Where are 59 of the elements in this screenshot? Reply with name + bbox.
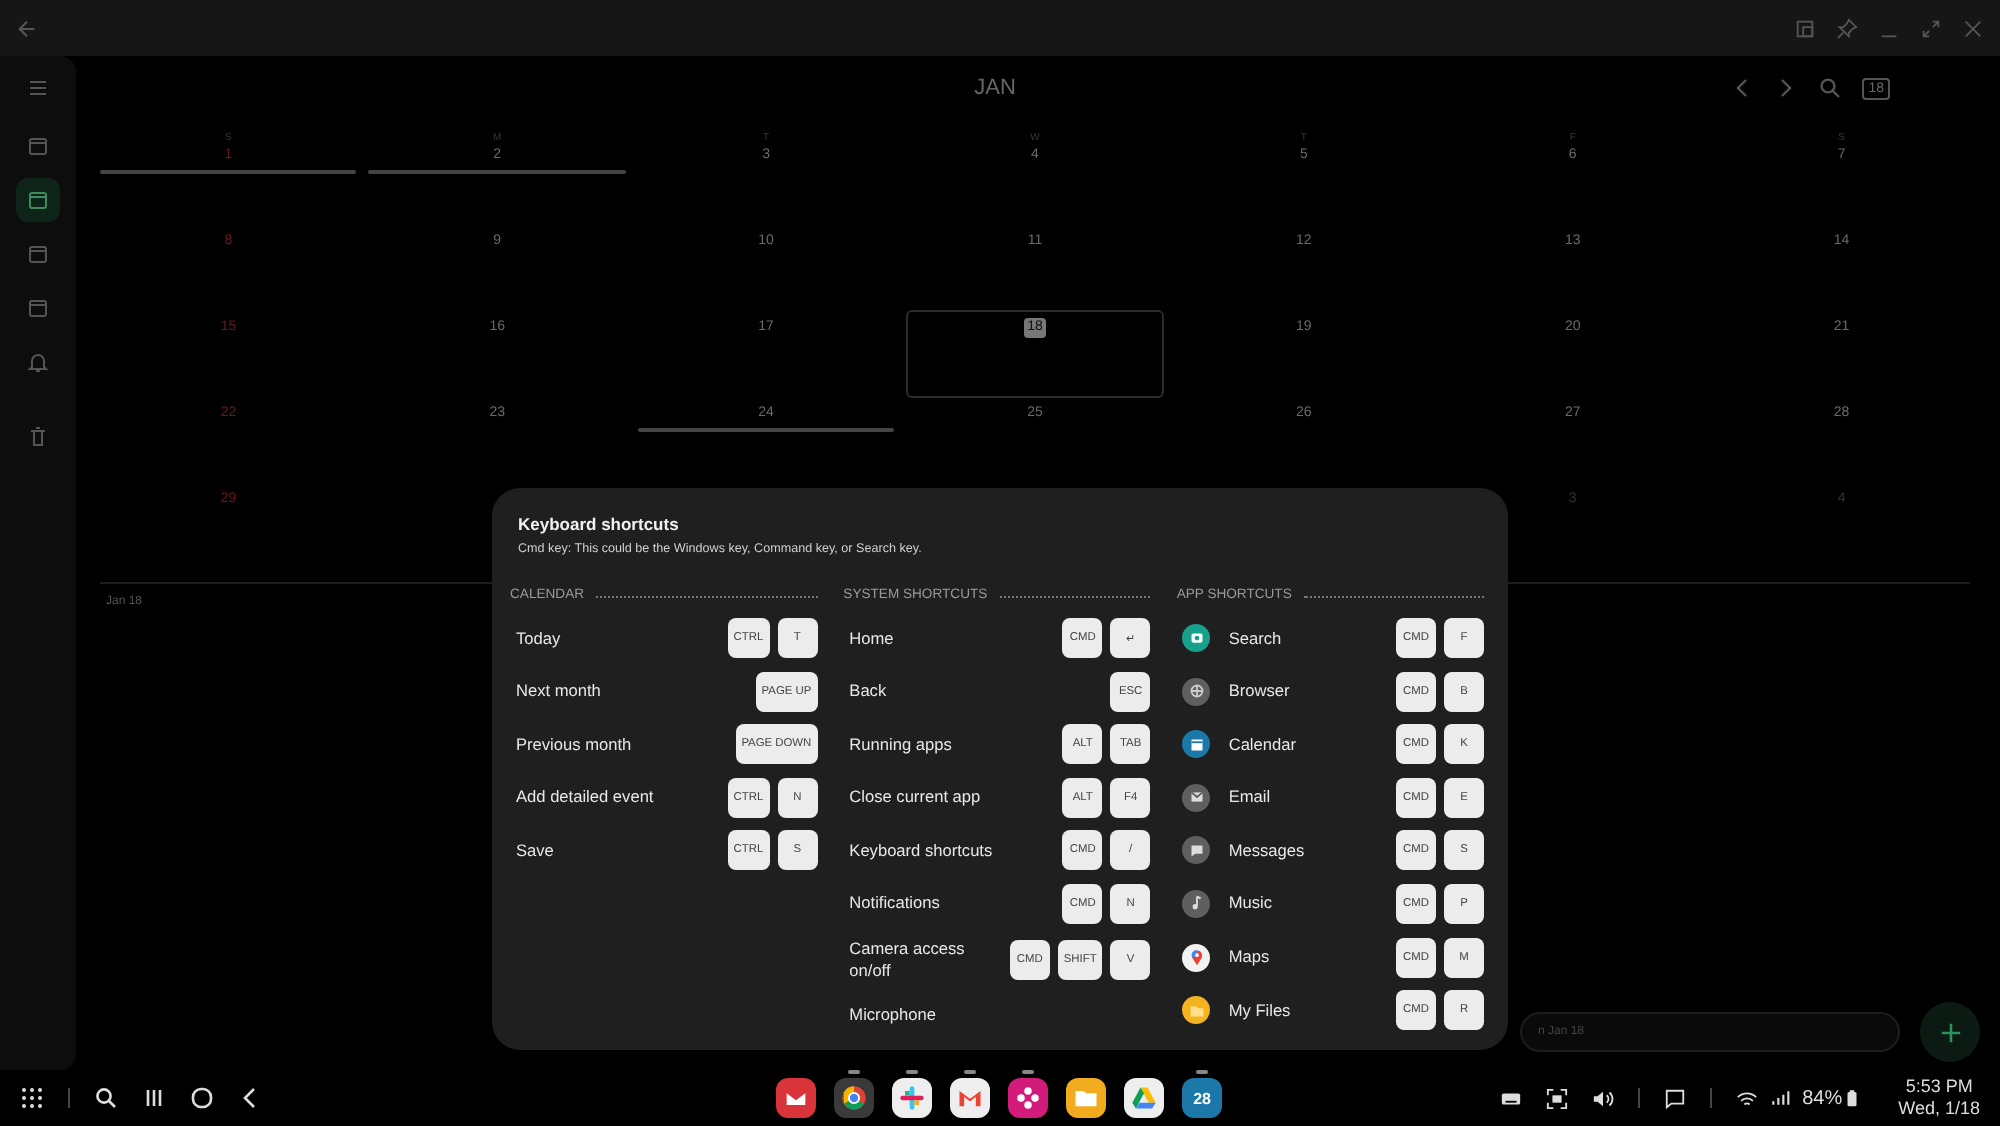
shortcut-label: Search — [1228, 627, 1284, 649]
calendar-icon — [26, 296, 50, 320]
mail-app-icon[interactable] — [950, 1078, 991, 1118]
snap-window-icon[interactable] — [1794, 17, 1816, 39]
shortcut-label: Email — [1228, 786, 1273, 809]
restore-icon[interactable] — [1920, 17, 1942, 39]
shortcut-label: Home — [849, 627, 896, 649]
shortcut-label: Next month — [516, 680, 603, 703]
calendar-icon — [26, 134, 50, 158]
shortcut-label: Close current app — [849, 786, 983, 809]
shortcut-label: Back — [849, 680, 889, 703]
battery-percentage: 84% — [1802, 1087, 1843, 1109]
shortcut-label: My Files — [1228, 999, 1293, 1022]
shortcut-label: Today — [516, 627, 563, 649]
shortcut-label: Camera access on/off — [849, 937, 967, 982]
browser-app-icon[interactable] — [834, 1078, 875, 1118]
shortcut-label: Add detailed event — [516, 786, 656, 809]
clock-time[interactable]: 5:53 PM — [1905, 1076, 1973, 1098]
pin-icon[interactable] — [1836, 17, 1858, 39]
calendar-view-button[interactable] — [16, 178, 60, 222]
chat-icon[interactable] — [1664, 1087, 1687, 1109]
trash-icon — [26, 424, 50, 448]
screenshot-icon[interactable] — [1546, 1087, 1569, 1109]
shortcut-label: Keyboard shortcuts — [849, 839, 995, 862]
search-icon[interactable] — [94, 1086, 118, 1110]
shortcut-label: Previous month — [516, 733, 634, 756]
signal-icon — [1770, 1088, 1791, 1108]
shortcut-label: Browser — [1228, 680, 1292, 703]
month-title: JAN — [974, 76, 1016, 100]
flower-app-icon[interactable] — [1008, 1078, 1049, 1118]
shortcut-label: Running apps — [849, 733, 954, 756]
calendar-icon — [26, 242, 50, 266]
menu-icon[interactable] — [26, 76, 50, 100]
shortcut-label: Maps — [1228, 946, 1272, 969]
shortcut-label: Notifications — [849, 892, 942, 915]
apps-grid-icon[interactable] — [20, 1086, 44, 1110]
add-button[interactable] — [1920, 1002, 1980, 1062]
wifi-icon — [1736, 1087, 1759, 1109]
triangle-app-icon[interactable] — [1124, 1078, 1165, 1118]
back-arrow-icon[interactable] — [16, 17, 38, 39]
plus-icon — [1939, 1021, 1961, 1043]
calendar-app-icon[interactable]: 28 — [1182, 1078, 1223, 1118]
dialog-title: Keyboard shortcuts — [516, 514, 681, 534]
shortcut-label: Messages — [1228, 839, 1307, 862]
volume-icon[interactable] — [1592, 1087, 1615, 1109]
shortcut-label: Save — [516, 839, 556, 862]
shortcut-label: Music — [1228, 892, 1274, 915]
folder-app-icon[interactable] — [1066, 1078, 1107, 1118]
shortcut-label: Microphone — [849, 1003, 939, 1026]
chat-app-icon[interactable] — [892, 1078, 933, 1118]
home-icon[interactable] — [190, 1086, 214, 1110]
clock-date[interactable]: Wed, 1/18 — [1898, 1098, 1981, 1120]
recent-apps-icon[interactable] — [142, 1086, 166, 1110]
bell-icon — [26, 350, 50, 374]
battery-icon — [1846, 1088, 1859, 1108]
mail-app-icon[interactable] — [776, 1078, 817, 1118]
calendar-icon — [26, 188, 50, 212]
shortcut-label: Calendar — [1228, 733, 1298, 756]
close-icon[interactable] — [1962, 17, 1984, 39]
